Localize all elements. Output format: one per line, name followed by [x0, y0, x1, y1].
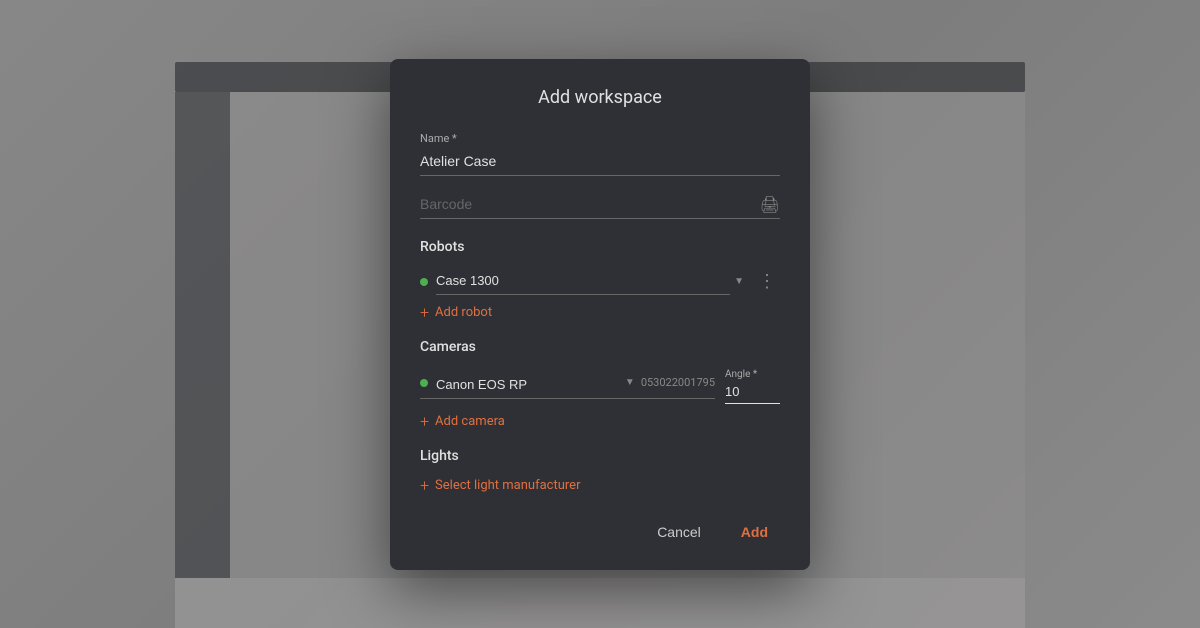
name-field-group: Name *	[420, 132, 780, 176]
angle-group: Angle *	[725, 369, 780, 404]
name-input[interactable]	[420, 149, 780, 176]
name-label: Name *	[420, 132, 780, 145]
select-light-label: Select light manufacturer	[435, 478, 580, 493]
angle-label: Angle *	[725, 369, 780, 380]
modal-overlay: Add workspace Name * 🖨 Robots Case 1300 …	[0, 0, 1200, 628]
add-robot-button[interactable]: + Add robot	[420, 305, 780, 321]
add-button[interactable]: Add	[729, 518, 780, 546]
camera-dropdown-arrow: ▼	[625, 377, 635, 388]
cameras-section: Cameras Canon EOS RP ▼ 053022001795 Angl…	[420, 339, 780, 430]
robot-status-dot	[420, 278, 428, 286]
camera-select-wrapper: Canon EOS RP ▼ 053022001795	[420, 373, 715, 399]
robot-row: Case 1300 ▼ ⋮	[420, 269, 780, 295]
angle-input[interactable]	[725, 382, 780, 404]
camera-serial: 053022001795	[641, 376, 715, 389]
modal-footer: Cancel Add	[420, 518, 780, 546]
modal-title: Add workspace	[420, 87, 780, 108]
barcode-field-group: 🖨	[420, 192, 780, 219]
cancel-button[interactable]: Cancel	[645, 518, 713, 546]
robot-more-button[interactable]: ⋮	[754, 271, 780, 292]
add-camera-button[interactable]: + Add camera	[420, 414, 780, 430]
barcode-input[interactable]	[420, 192, 760, 218]
camera-status-dot	[420, 379, 428, 387]
add-workspace-modal: Add workspace Name * 🖨 Robots Case 1300 …	[390, 59, 810, 570]
select-light-manufacturer-button[interactable]: + Select light manufacturer	[420, 478, 780, 494]
add-robot-label: Add robot	[435, 305, 492, 320]
robots-section-title: Robots	[420, 239, 780, 255]
add-light-icon: +	[420, 478, 429, 494]
camera-select[interactable]: Canon EOS RP	[436, 373, 621, 392]
lights-section-title: Lights	[420, 448, 780, 464]
cameras-section-title: Cameras	[420, 339, 780, 355]
robot-select[interactable]: Case 1300	[436, 269, 730, 295]
add-robot-icon: +	[420, 305, 429, 321]
add-camera-icon: +	[420, 414, 429, 430]
camera-row: Canon EOS RP ▼ 053022001795 Angle *	[420, 369, 780, 404]
barcode-print-icon[interactable]: 🖨	[760, 195, 780, 214]
add-camera-label: Add camera	[435, 414, 505, 429]
robot-dropdown-arrow: ▼	[734, 276, 744, 287]
robots-section: Robots Case 1300 ▼ ⋮ + Add robot	[420, 239, 780, 321]
lights-section: Lights + Select light manufacturer	[420, 448, 780, 494]
